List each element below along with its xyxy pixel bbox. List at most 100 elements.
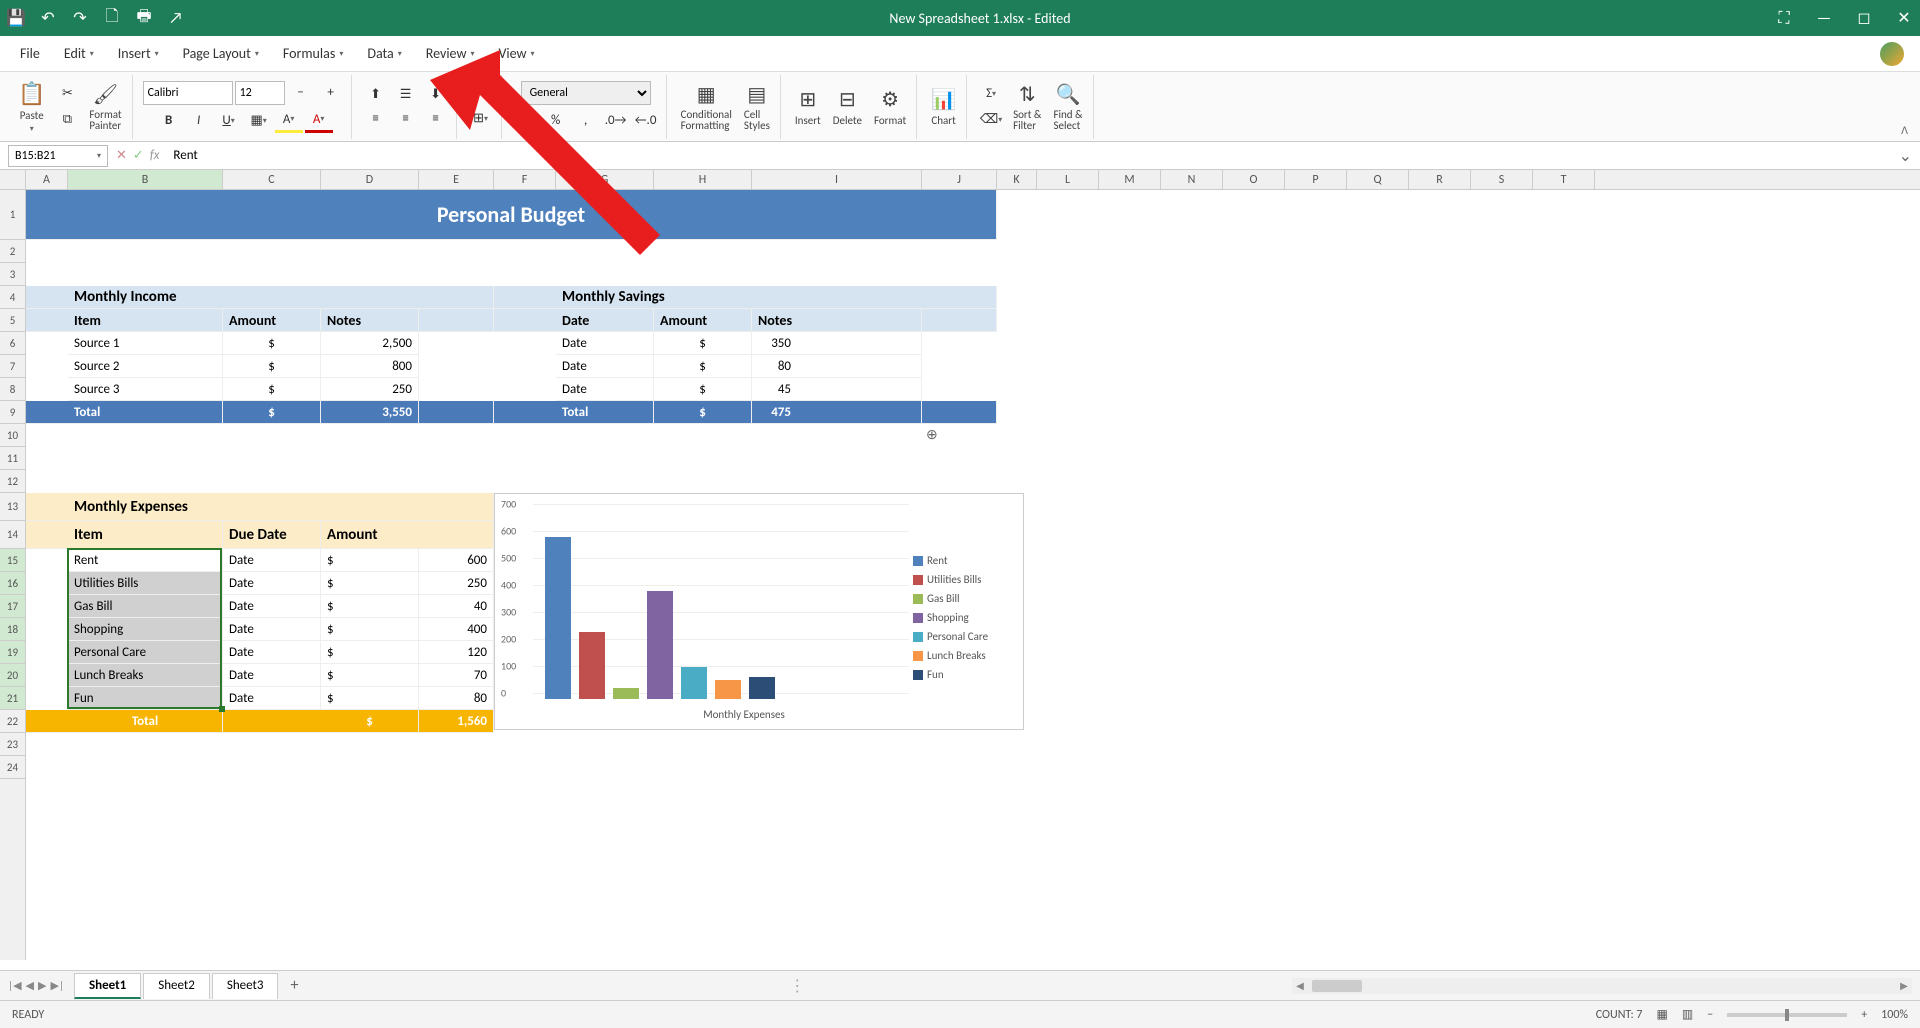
cut-icon[interactable]: ✂ <box>53 82 81 106</box>
cell-G6[interactable]: Date <box>556 332 654 355</box>
cell-styles-button[interactable]: ▤Cell Styles <box>740 82 774 131</box>
cell-B19[interactable]: Personal Care <box>68 641 223 664</box>
italic-icon[interactable]: I <box>185 109 213 133</box>
row-header-3[interactable]: 3 <box>0 263 25 286</box>
save-icon[interactable]: 💾 <box>8 10 24 26</box>
cell-I7[interactable]: 80 <box>752 355 922 378</box>
cell-H9[interactable]: $ <box>654 401 752 424</box>
cell-E15[interactable]: 600 <box>419 549 494 572</box>
cell-E18[interactable]: 400 <box>419 618 494 641</box>
col-header-P[interactable]: P <box>1285 170 1347 189</box>
font-size-select[interactable] <box>235 81 285 105</box>
row-header-2[interactable]: 2 <box>0 240 25 263</box>
merge-icon[interactable]: ⊞▾ <box>467 107 495 131</box>
cell-B6[interactable]: Source 1 <box>68 332 223 355</box>
cell-H8[interactable]: $ <box>654 378 752 401</box>
cell-B16[interactable]: Utilities Bills <box>68 572 223 595</box>
cell-B8[interactable]: Source 3 <box>68 378 223 401</box>
sort-filter-button[interactable]: ⇅Sort & Filter <box>1009 82 1045 131</box>
row-header-24[interactable]: 24 <box>0 756 25 779</box>
align-center-icon[interactable]: ≡ <box>392 107 420 131</box>
expand-formula-icon[interactable]: ⌄ <box>1891 146 1920 166</box>
cell-B7[interactable]: Source 2 <box>68 355 223 378</box>
cell-D14[interactable]: Amount <box>321 521 494 549</box>
cell-G9[interactable]: Total <box>556 401 654 424</box>
menu-formulas[interactable]: Formulas ▾ <box>271 36 355 71</box>
cell-D7[interactable]: 800 <box>321 355 419 378</box>
row-header-22[interactable]: 22 <box>0 710 25 733</box>
col-header-L[interactable]: L <box>1037 170 1099 189</box>
copy-icon[interactable]: ⧉ <box>53 108 81 132</box>
cell-B15[interactable]: Rent <box>68 549 223 572</box>
cell-C14[interactable]: Due Date <box>223 521 321 549</box>
col-header-G[interactable]: G <box>556 170 654 189</box>
menu-view[interactable]: View ▾ <box>486 36 546 71</box>
cell-D5[interactable]: Notes <box>321 309 419 332</box>
align-right-icon[interactable]: ≡ <box>422 107 450 131</box>
formula-input[interactable]: Rent <box>167 148 1890 163</box>
menu-data[interactable]: Data ▾ <box>355 36 413 71</box>
collapse-ribbon-icon[interactable]: ᐱ <box>1901 124 1908 137</box>
sheet-tab-sheet3[interactable]: Sheet3 <box>212 973 279 999</box>
row-header-9[interactable]: 9 <box>0 401 25 424</box>
row-header-10[interactable]: 10 <box>0 424 25 447</box>
cell-I6[interactable]: 350 <box>752 332 922 355</box>
cell-D22[interactable]: $ <box>321 710 419 733</box>
cell-A1[interactable]: Personal Budget <box>26 190 997 240</box>
add-sheet-button[interactable]: + <box>280 976 308 995</box>
row-header-4[interactable]: 4 <box>0 286 25 309</box>
col-header-T[interactable]: T <box>1533 170 1595 189</box>
align-bottom-icon[interactable]: ⬇ <box>422 83 450 107</box>
cell-C8[interactable]: $ <box>223 378 321 401</box>
row-header-17[interactable]: 17 <box>0 595 25 618</box>
col-header-C[interactable]: C <box>223 170 321 189</box>
cell-B20[interactable]: Lunch Breaks <box>68 664 223 687</box>
font-color-icon[interactable]: A▾ <box>305 109 333 133</box>
cell-C18[interactable]: Date <box>223 618 321 641</box>
sheet-tab-sheet1[interactable]: Sheet1 <box>74 973 141 999</box>
chart-button[interactable]: 📊Chart <box>927 87 960 127</box>
border-icon[interactable]: ▦▾ <box>245 109 273 133</box>
cell-D8[interactable]: 250 <box>321 378 419 401</box>
cell-B22[interactable]: Total <box>68 710 223 733</box>
row-header-6[interactable]: 6 <box>0 332 25 355</box>
col-header-E[interactable]: E <box>419 170 494 189</box>
cell-I8[interactable]: 45 <box>752 378 922 401</box>
cell-D6[interactable]: 2,500 <box>321 332 419 355</box>
align-left-icon[interactable]: ≡ <box>362 107 390 131</box>
col-header-B[interactable]: B <box>68 170 223 189</box>
menu-review[interactable]: Review ▾ <box>414 36 487 71</box>
expenses-chart[interactable]: 0100200300400500600700Monthly ExpensesRe… <box>494 493 1024 730</box>
fill-color-icon[interactable]: A▾ <box>275 109 303 133</box>
cell-C21[interactable]: Date <box>223 687 321 710</box>
col-header-Q[interactable]: Q <box>1347 170 1409 189</box>
share-icon[interactable]: ↗ <box>168 10 184 26</box>
cell-G7[interactable]: Date <box>556 355 654 378</box>
view-page-icon[interactable]: ▥ <box>1682 1007 1693 1022</box>
increase-decimal-icon[interactable]: .0→ <box>602 109 630 133</box>
cell-B17[interactable]: Gas Bill <box>68 595 223 618</box>
cell-B13[interactable]: Monthly Expenses <box>68 493 494 521</box>
maximize-icon[interactable]: ◻ <box>1856 10 1872 26</box>
row-header-23[interactable]: 23 <box>0 733 25 756</box>
cells-container[interactable]: Personal BudgetMonthly IncomeItemAmountN… <box>26 190 1920 960</box>
format-button[interactable]: ⚙Format <box>870 87 910 127</box>
cell-C6[interactable]: $ <box>223 332 321 355</box>
wrap-text-icon[interactable]: ↩ <box>467 83 495 107</box>
row-header-21[interactable]: 21 <box>0 687 25 710</box>
decrease-font-icon[interactable]: − <box>287 81 315 105</box>
cell-reference-box[interactable]: B15:B21▾ <box>8 145 108 167</box>
underline-icon[interactable]: U▾ <box>215 109 243 133</box>
view-normal-icon[interactable]: ▦ <box>1657 1007 1668 1022</box>
row-header-5[interactable]: 5 <box>0 309 25 332</box>
fullscreen-icon[interactable]: ⛶ <box>1776 10 1792 26</box>
col-header-O[interactable]: O <box>1223 170 1285 189</box>
cell-B21[interactable]: Fun <box>68 687 223 710</box>
cell-I9[interactable]: 475 <box>752 401 922 424</box>
cell-B14[interactable]: Item <box>68 521 223 549</box>
cell-G5[interactable]: Date <box>556 309 654 332</box>
close-icon[interactable]: ✕ <box>1896 10 1912 26</box>
find-select-button[interactable]: 🔍Find & Select <box>1049 82 1086 131</box>
print-icon[interactable]: 🖶 <box>136 10 152 26</box>
select-all-corner[interactable] <box>0 170 26 189</box>
